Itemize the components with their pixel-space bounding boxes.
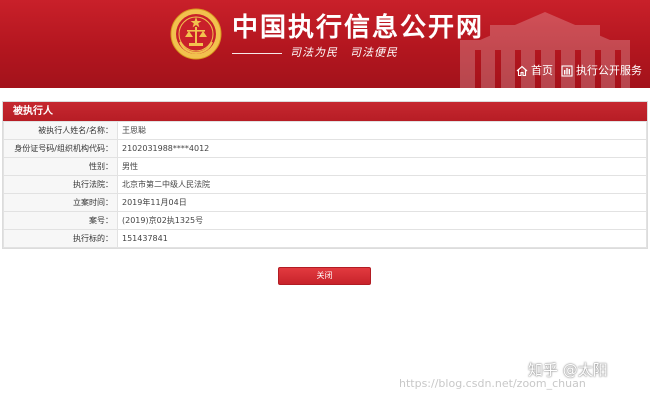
slogan-divider — [232, 53, 282, 54]
nav-service-label: 执行公开服务 — [576, 64, 642, 77]
row-label: 执行标的： — [3, 229, 118, 248]
row-label: 案号： — [3, 211, 118, 230]
row-label: 身份证号码/组织机构代码： — [3, 139, 118, 158]
table-row: 案号： (2019)京02执1325号 — [3, 211, 647, 230]
row-value: 北京市第二中级人民法院 — [117, 175, 647, 194]
service-icon — [561, 65, 573, 77]
page: 中国执行信息公开网 司法为民 司法便民 首页 执行公开服务 被执行人 被执行人姓… — [0, 0, 650, 401]
debtor-info-table: 被执行人姓名/名称： 王思聪 身份证号码/组织机构代码： 2102031988*… — [3, 121, 647, 248]
nav-home-label: 首页 — [531, 64, 553, 77]
row-label: 性别： — [3, 157, 118, 176]
row-value: 男性 — [117, 157, 647, 176]
top-nav: 首页 执行公开服务 — [516, 63, 642, 79]
nav-service-link[interactable]: 执行公开服务 — [561, 64, 642, 78]
slogan: 司法为民 司法便民 — [232, 46, 442, 60]
row-label: 立案时间： — [3, 193, 118, 212]
court-emblem-logo — [170, 8, 222, 60]
nav-home-link[interactable]: 首页 — [516, 64, 553, 78]
site-banner: 中国执行信息公开网 司法为民 司法便民 首页 执行公开服务 — [0, 0, 650, 88]
close-button[interactable]: 关闭 — [278, 267, 371, 285]
table-row: 身份证号码/组织机构代码： 2102031988****4012 — [3, 139, 647, 158]
row-value: (2019)京02执1325号 — [117, 211, 647, 230]
home-icon — [516, 65, 528, 77]
row-value: 2019年11月04日 — [117, 193, 647, 212]
csdn-watermark: https://blog.csdn.net/zoom_chuan — [399, 377, 586, 390]
table-row: 执行标的： 151437841 — [3, 229, 647, 248]
table-row: 立案时间： 2019年11月04日 — [3, 193, 647, 212]
table-row: 执行法院： 北京市第二中级人民法院 — [3, 175, 647, 194]
debtor-info-panel: 被执行人 被执行人姓名/名称： 王思聪 身份证号码/组织机构代码： 210203… — [2, 101, 648, 249]
row-label: 执行法院： — [3, 175, 118, 194]
row-value: 2102031988****4012 — [117, 139, 647, 158]
row-value: 151437841 — [117, 229, 647, 248]
slogan-text: 司法为民 司法便民 — [290, 46, 398, 59]
row-label: 被执行人姓名/名称： — [3, 121, 118, 140]
site-title: 中国执行信息公开网 — [232, 13, 485, 43]
panel-title: 被执行人 — [3, 102, 647, 121]
row-value: 王思聪 — [117, 121, 647, 140]
table-row: 被执行人姓名/名称： 王思聪 — [3, 121, 647, 140]
table-row: 性别： 男性 — [3, 157, 647, 176]
